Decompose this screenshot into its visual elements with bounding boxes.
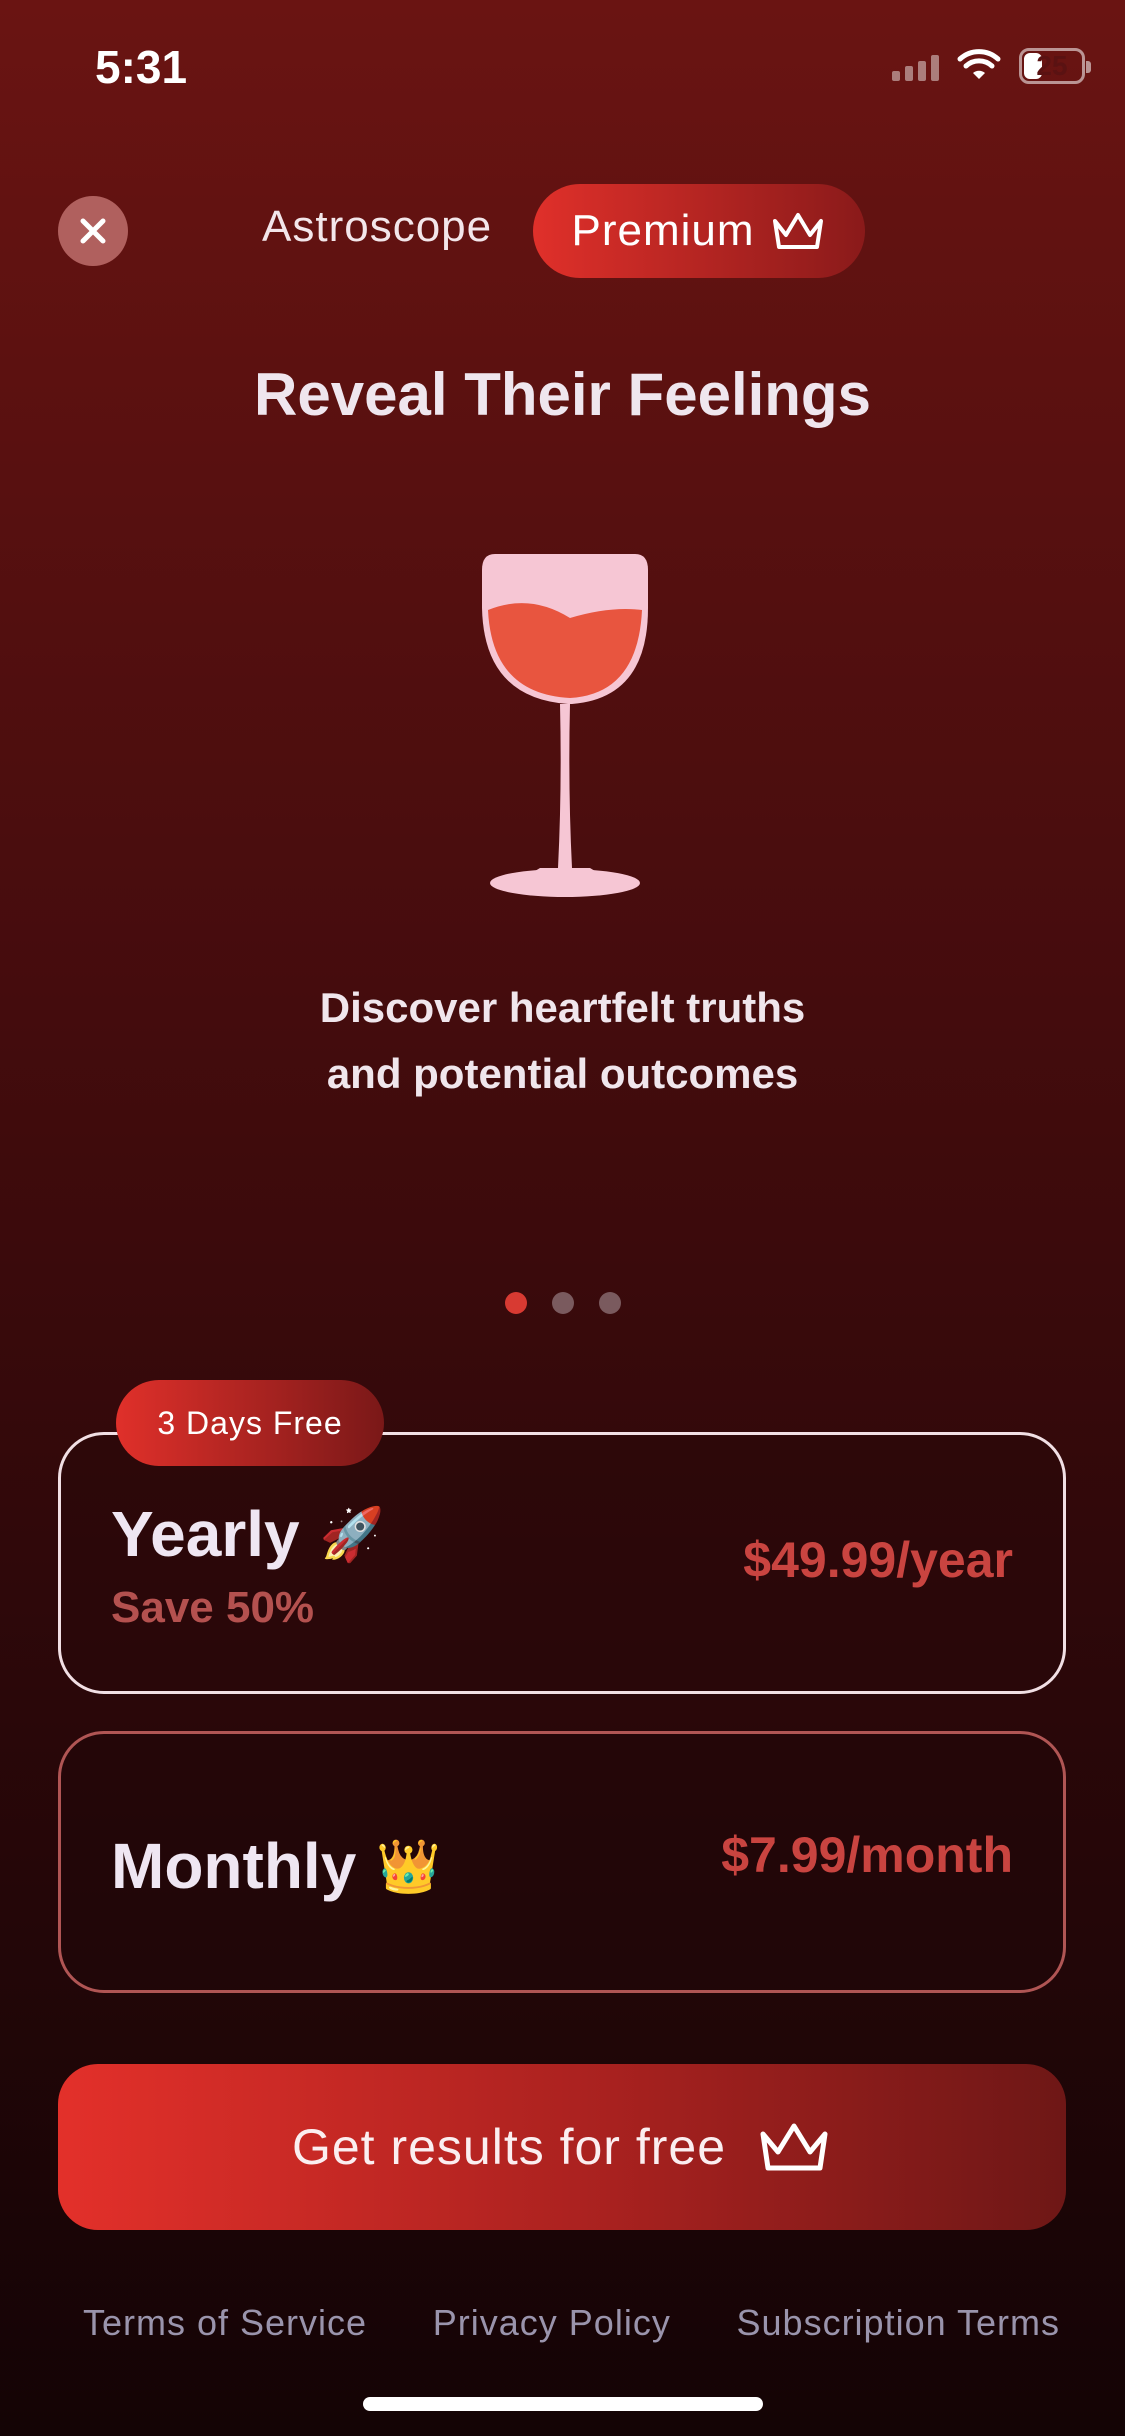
premium-badge: Premium xyxy=(533,184,865,278)
battery-level: 25 xyxy=(1036,50,1068,81)
crown-emoji-icon: 👑 xyxy=(376,1837,442,1896)
crown-icon xyxy=(772,213,823,249)
plan-yearly-label: Yearly xyxy=(111,1498,300,1570)
subscription-terms-link[interactable]: Subscription Terms xyxy=(737,2302,1060,2344)
plan-monthly-name: Monthly 👑 xyxy=(111,1829,441,1903)
hero-subtitle-line1: Discover heartfelt truths xyxy=(319,984,806,1031)
plan-yearly-card[interactable]: Yearly 🚀 Save 50% $49.99/year xyxy=(58,1432,1066,1694)
rocket-icon: 🚀 xyxy=(319,1505,385,1564)
plan-monthly-card[interactable]: Monthly 👑 $7.99/month xyxy=(58,1731,1066,1993)
brand-name: Astroscope xyxy=(262,202,493,251)
get-results-button[interactable]: Get results for free xyxy=(58,2064,1066,2230)
terms-of-service-link[interactable]: Terms of Service xyxy=(83,2302,367,2344)
footer-links: Terms of Service Privacy Policy Subscrip… xyxy=(0,2302,1125,2344)
home-indicator[interactable] xyxy=(363,2397,763,2411)
page-title: Reveal Their Feelings xyxy=(254,361,871,428)
free-trial-badge: 3 Days Free xyxy=(116,1380,384,1466)
page-dot-1[interactable] xyxy=(504,1292,527,1314)
cta-label: Get results for free xyxy=(291,2119,727,2175)
plan-monthly-price: $7.99/month xyxy=(721,1827,1013,1883)
crown-icon xyxy=(760,2123,828,2171)
plan-yearly-price: $49.99/year xyxy=(743,1532,1013,1588)
plan-yearly-savings: Save 50% xyxy=(111,1583,315,1632)
plan-monthly-label: Monthly xyxy=(111,1830,357,1902)
page-dot-3[interactable] xyxy=(598,1292,621,1314)
premium-label: Premium xyxy=(571,206,755,255)
page-indicator[interactable] xyxy=(0,1292,1125,1314)
close-button[interactable] xyxy=(58,196,128,266)
plan-yearly-name: Yearly 🚀 xyxy=(111,1497,384,1571)
status-icons: 25 xyxy=(892,48,1091,84)
status-time: 5:31 xyxy=(95,41,188,93)
close-icon xyxy=(80,218,106,244)
wifi-icon xyxy=(957,49,1001,79)
page-dot-2[interactable] xyxy=(551,1292,574,1314)
privacy-policy-link[interactable]: Privacy Policy xyxy=(433,2302,671,2344)
battery-icon: 25 xyxy=(1019,48,1091,84)
wine-glass-illustration xyxy=(482,554,648,897)
hero-subtitle-line2: and potential outcomes xyxy=(326,1050,799,1097)
cellular-signal-icon xyxy=(892,51,939,81)
hero-subtitle: Discover heartfelt truths and potential … xyxy=(200,975,925,1107)
